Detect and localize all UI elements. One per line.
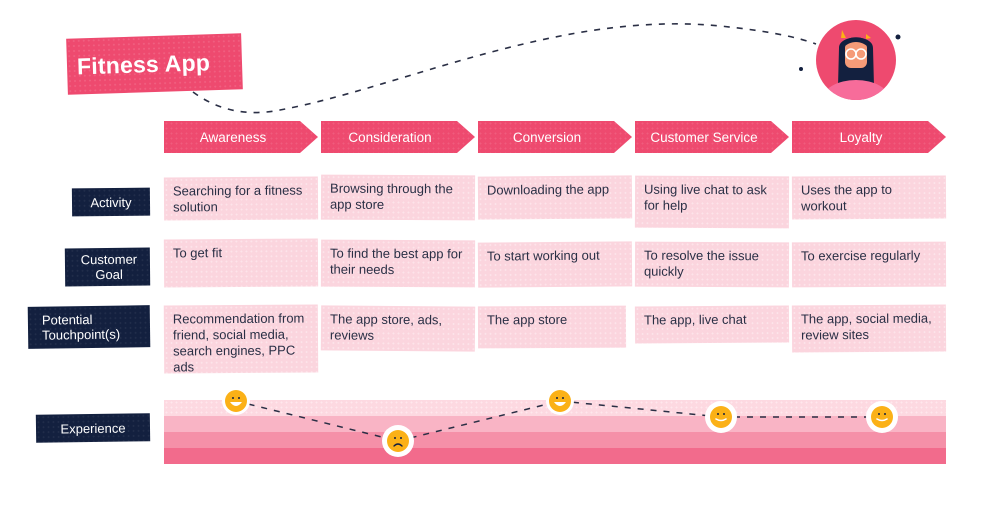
experience-point-content: [866, 401, 898, 433]
row-label-touchpoints: Potential Touchpoint(s): [27, 305, 151, 349]
cell-activity-conversion: Downloading the app: [477, 175, 633, 220]
cell-goal-conversion: To start working out: [477, 241, 633, 288]
dashed-journey-curve: [192, 23, 817, 114]
stage-label: Consideration: [348, 129, 432, 145]
cell-activity-loyalty: Uses the app to workout: [791, 175, 947, 220]
row-label-customer-goal: Customer Goal: [64, 247, 151, 287]
cell-activity-customer-service: Using live chat to ask for help: [634, 175, 790, 229]
experience-point-sad: [382, 425, 414, 457]
stage-label: Conversion: [512, 129, 582, 145]
experience-band-3: [164, 432, 946, 448]
decor-dot: [895, 34, 901, 40]
row-label-activity: Activity: [71, 187, 151, 217]
stage-label: Awareness: [199, 129, 267, 145]
stage-label: Loyalty: [839, 129, 883, 145]
happy-face-icon: [225, 390, 247, 412]
cell-touchpoint-loyalty: The app, social media, review sites: [791, 304, 947, 353]
experience-band-4: [164, 448, 946, 464]
stage-conversion: Conversion: [478, 121, 632, 153]
cell-touchpoint-customer-service: The app, live chat: [634, 305, 790, 344]
stage-consideration: Consideration: [321, 121, 475, 153]
row-label-text: Activity: [90, 194, 132, 210]
row-label-experience: Experience: [35, 413, 151, 443]
cell-goal-awareness: To get fit: [163, 238, 319, 288]
avatar-persona-icon: [816, 20, 896, 100]
stage-loyalty: Loyalty: [792, 121, 946, 153]
cell-touchpoint-awareness: Recommendation from friend, social media…: [163, 304, 319, 374]
cell-touchpoint-consideration: The app store, ads, reviews: [320, 305, 476, 352]
experience-band-2: [164, 416, 946, 432]
experience-point-content: [705, 401, 737, 433]
row-label-text: Experience: [60, 420, 126, 436]
row-label-text: Potential Touchpoint(s): [41, 311, 121, 343]
experience-point-happy: [546, 387, 574, 415]
sad-face-icon: [387, 430, 409, 452]
happy-face-icon: [549, 390, 571, 412]
experience-point-happy: [222, 387, 250, 415]
cell-goal-consideration: To find the best app for their needs: [320, 239, 476, 288]
cell-goal-customer-service: To resolve the issue quickly: [634, 241, 790, 288]
avatar: [816, 20, 896, 100]
content-face-icon: [871, 406, 893, 428]
page-title: Fitness App: [76, 48, 211, 79]
cell-activity-awareness: Searching for a fitness solution: [163, 176, 319, 221]
cell-touchpoint-conversion: The app store: [477, 305, 627, 349]
stage-customer-service: Customer Service: [635, 121, 789, 153]
stage-awareness: Awareness: [164, 121, 318, 153]
title-banner: Fitness App: [66, 33, 243, 95]
cell-activity-consideration: Browsing through the app store: [320, 174, 476, 221]
cell-goal-loyalty: To exercise regularly: [791, 241, 947, 288]
content-face-icon: [710, 406, 732, 428]
row-label-text: Customer Goal: [80, 251, 138, 283]
decor-dot: [799, 67, 803, 71]
stage-label: Customer Service: [650, 129, 758, 145]
